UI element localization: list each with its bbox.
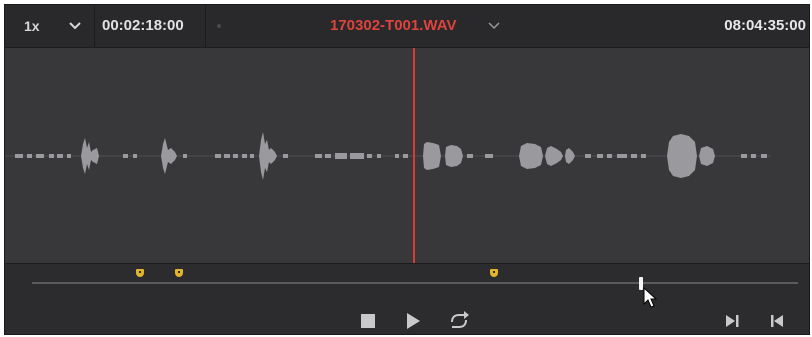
chevron-down-icon[interactable] <box>488 17 500 33</box>
source-timecode-text: 00:02:18:00 <box>102 17 184 34</box>
source-timecode[interactable]: 00:02:18:00 <box>95 5 206 47</box>
mouse-pointer-icon <box>643 287 657 308</box>
loop-button[interactable] <box>447 310 471 332</box>
playhead-line[interactable] <box>413 48 415 263</box>
status-dot <box>217 24 221 28</box>
audio-viewer: 1x 00:02:18:00 170302-T001.WAV 08:04:35:… <box>4 4 810 335</box>
chevron-down-icon <box>69 22 81 30</box>
scrubber-bar[interactable] <box>5 263 809 334</box>
marker-icon[interactable] <box>175 269 183 277</box>
skip-to-end-button[interactable] <box>724 313 740 329</box>
audio-waveform <box>5 132 771 180</box>
playback-speed-dropdown[interactable]: 1x <box>5 5 95 47</box>
scrubber-track[interactable] <box>32 282 798 284</box>
clip-name[interactable]: 170302-T001.WAV <box>330 17 456 34</box>
stop-icon <box>361 314 375 328</box>
viewer-header: 1x 00:02:18:00 170302-T001.WAV 08:04:35:… <box>5 5 809 48</box>
play-icon <box>407 313 420 329</box>
play-button[interactable] <box>405 312 421 330</box>
skip-to-end-icon <box>726 315 739 327</box>
stop-button[interactable] <box>360 313 376 329</box>
marker-icon[interactable] <box>490 269 498 277</box>
record-timecode[interactable]: 08:04:35:00 <box>724 17 806 34</box>
waveform-display[interactable] <box>5 48 809 263</box>
skip-to-start-button[interactable] <box>769 313 785 329</box>
playback-speed-value: 1x <box>24 18 40 34</box>
loop-icon <box>451 311 469 328</box>
marker-icon[interactable] <box>136 269 144 277</box>
skip-to-start-icon <box>771 315 783 327</box>
